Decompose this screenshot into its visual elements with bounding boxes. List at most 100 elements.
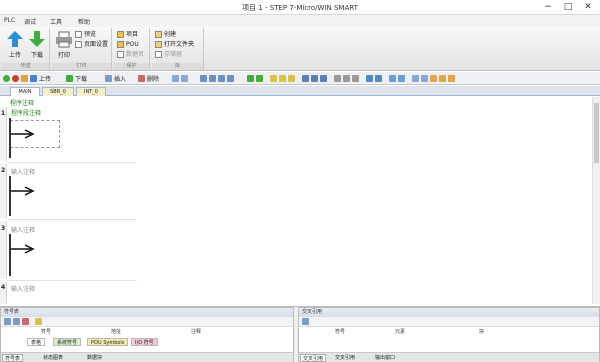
network-number: 1	[1, 110, 6, 117]
tab-data-block[interactable]: 数据块	[85, 354, 104, 362]
toolbar-tool-icon[interactable]	[343, 75, 350, 82]
toolbar-tool-icon[interactable]	[218, 75, 225, 82]
tab-symbol-table[interactable]: 符号表	[2, 354, 24, 362]
column-header: 元素	[395, 329, 406, 335]
power-rail	[9, 234, 11, 276]
toolbar-tool-icon[interactable]	[200, 75, 207, 82]
ribbon-group-label: 库	[152, 63, 203, 70]
close-icon[interactable]: ✕	[578, 1, 598, 13]
toolbar-tool-icon[interactable]	[334, 75, 341, 82]
toolbar-upload[interactable]: 上传	[39, 74, 51, 83]
toolbar-tool-icon[interactable]	[320, 75, 327, 82]
network-comment[interactable]: 程序段注释	[11, 108, 41, 117]
preview-button[interactable]: 预览	[75, 30, 96, 39]
toolbar-tool-icon[interactable]	[288, 75, 295, 82]
ribbon-group-label: 保护	[114, 63, 149, 70]
toolbar-tool-icon[interactable]	[279, 75, 286, 82]
toolbar-tool-icon[interactable]	[311, 75, 318, 82]
toolbar-delete[interactable]: 删除	[147, 74, 159, 83]
page-setup-button[interactable]: 页面设置	[75, 40, 108, 49]
toolbar-insert[interactable]: 插入	[114, 74, 126, 83]
toolbar-tool-icon[interactable]	[448, 75, 455, 82]
menu-item[interactable]: 调试	[24, 17, 36, 26]
ladder-editor[interactable]	[0, 97, 592, 304]
table-tool-icon[interactable]	[302, 318, 309, 325]
pane-toolbar	[1, 317, 293, 327]
editor-vertical-scrollbar[interactable]	[592, 97, 600, 304]
network-number: 3	[1, 225, 6, 232]
scrollbar-thumb[interactable]	[594, 103, 599, 163]
toolbar-tool-icon[interactable]	[375, 75, 382, 82]
toolbar-tool-icon[interactable]	[227, 75, 234, 82]
table-tool-icon[interactable]	[22, 318, 29, 325]
toolbar-tool-icon[interactable]	[172, 75, 179, 82]
toolbar-tool-icon[interactable]	[352, 75, 359, 82]
toolbar-tool-icon[interactable]	[389, 75, 396, 82]
ribbon: 上传 下载 传送 打印 预览 页面设置 打印 项目 POU 数据页 保护 创建	[0, 27, 600, 71]
network-comment[interactable]: 输入注释	[11, 167, 35, 176]
ribbon-group-label: 传送	[2, 63, 49, 70]
upload-small-icon[interactable]	[30, 75, 37, 82]
table-tool-icon[interactable]	[13, 318, 20, 325]
tab-output-window[interactable]: 输出窗口	[373, 354, 397, 362]
table-tool-icon[interactable]	[4, 318, 11, 325]
download-small-icon[interactable]	[66, 75, 73, 82]
open-folder-button[interactable]: 打开文件夹	[155, 40, 194, 49]
menu-item[interactable]: 工具	[50, 17, 62, 26]
print-button[interactable]: 打印	[54, 30, 74, 62]
create-library-button[interactable]: 创建	[155, 30, 176, 39]
toolbar-tool-icon[interactable]	[421, 75, 428, 82]
sheet-tab[interactable]: POU Symbols	[87, 338, 129, 346]
network-number: 2	[1, 167, 6, 174]
toolbar-download[interactable]: 下载	[75, 74, 87, 83]
network-comment[interactable]: 输入注释	[11, 225, 35, 234]
pane-bottom-tabs: 交叉引用 交叉引用 输出窗口	[299, 352, 599, 362]
toolbar-tool-icon[interactable]	[247, 75, 254, 82]
table-tool-icon[interactable]	[35, 318, 42, 325]
sheet-tab[interactable]: 系统符号	[53, 338, 82, 346]
tab-int0[interactable]: INT_0	[76, 87, 106, 96]
tab-sbr0[interactable]: SBR_0	[42, 87, 74, 96]
compile-icon[interactable]	[21, 75, 28, 82]
toolbar-tool-icon[interactable]	[270, 75, 277, 82]
sheet-tab[interactable]: I/O 符号	[131, 338, 158, 346]
upload-button[interactable]: 上传	[5, 30, 25, 62]
contact-arrow-icon[interactable]	[11, 128, 35, 140]
toolbar-tool-icon[interactable]	[439, 75, 446, 82]
insert-icon[interactable]	[105, 75, 112, 82]
toolbar-tool-icon[interactable]	[430, 75, 437, 82]
delete-icon[interactable]	[138, 75, 145, 82]
download-button[interactable]: 下载	[27, 30, 47, 62]
folder-icon	[155, 41, 162, 48]
protect-datapage-button[interactable]: 数据页	[117, 50, 144, 59]
window-title: 项目 1 - STEP 7-Micro/WIN SMART	[242, 4, 358, 12]
toolbar-tool-icon[interactable]	[209, 75, 216, 82]
column-header: 符号	[41, 329, 52, 335]
toolbar-tool-icon[interactable]	[302, 75, 309, 82]
protect-project-button[interactable]: 项目	[117, 30, 138, 39]
minimize-icon[interactable]: −	[538, 1, 558, 13]
network-comment[interactable]: 输入注释	[11, 284, 35, 293]
stop-icon[interactable]	[12, 75, 19, 82]
tab-main[interactable]: MAIN	[10, 87, 40, 96]
toolbar-tool-icon[interactable]	[256, 75, 263, 82]
toolbar-tool-icon[interactable]	[181, 75, 188, 82]
run-icon[interactable]	[3, 75, 10, 82]
sheet-tab[interactable]: 表格	[27, 338, 46, 346]
maximize-icon[interactable]: □	[558, 1, 578, 13]
toolbar-tool-icon[interactable]	[366, 75, 373, 82]
menu-item[interactable]: 帮助	[78, 17, 90, 26]
tab-cross-reference[interactable]: 交叉引用	[333, 354, 357, 362]
contact-arrow-icon[interactable]	[11, 185, 35, 197]
protect-pou-button[interactable]: POU	[117, 40, 139, 49]
tab-status-chart[interactable]: 状态图表	[41, 354, 65, 362]
cross-reference-grid[interactable]: 符号 元素 块	[299, 327, 599, 353]
toolbar-tool-icon[interactable]	[398, 75, 405, 82]
contact-arrow-icon[interactable]	[11, 243, 35, 255]
toolbar-tool-icon[interactable]	[412, 75, 419, 82]
menu-item[interactable]: PLC	[4, 17, 15, 24]
program-comment[interactable]: 程序注释	[10, 98, 34, 107]
tab-variable-table[interactable]: 交叉引用	[300, 354, 327, 362]
memory-button[interactable]: 存储器	[155, 50, 182, 59]
ribbon-group-print: 打印 预览 页面设置 打印	[52, 28, 112, 70]
